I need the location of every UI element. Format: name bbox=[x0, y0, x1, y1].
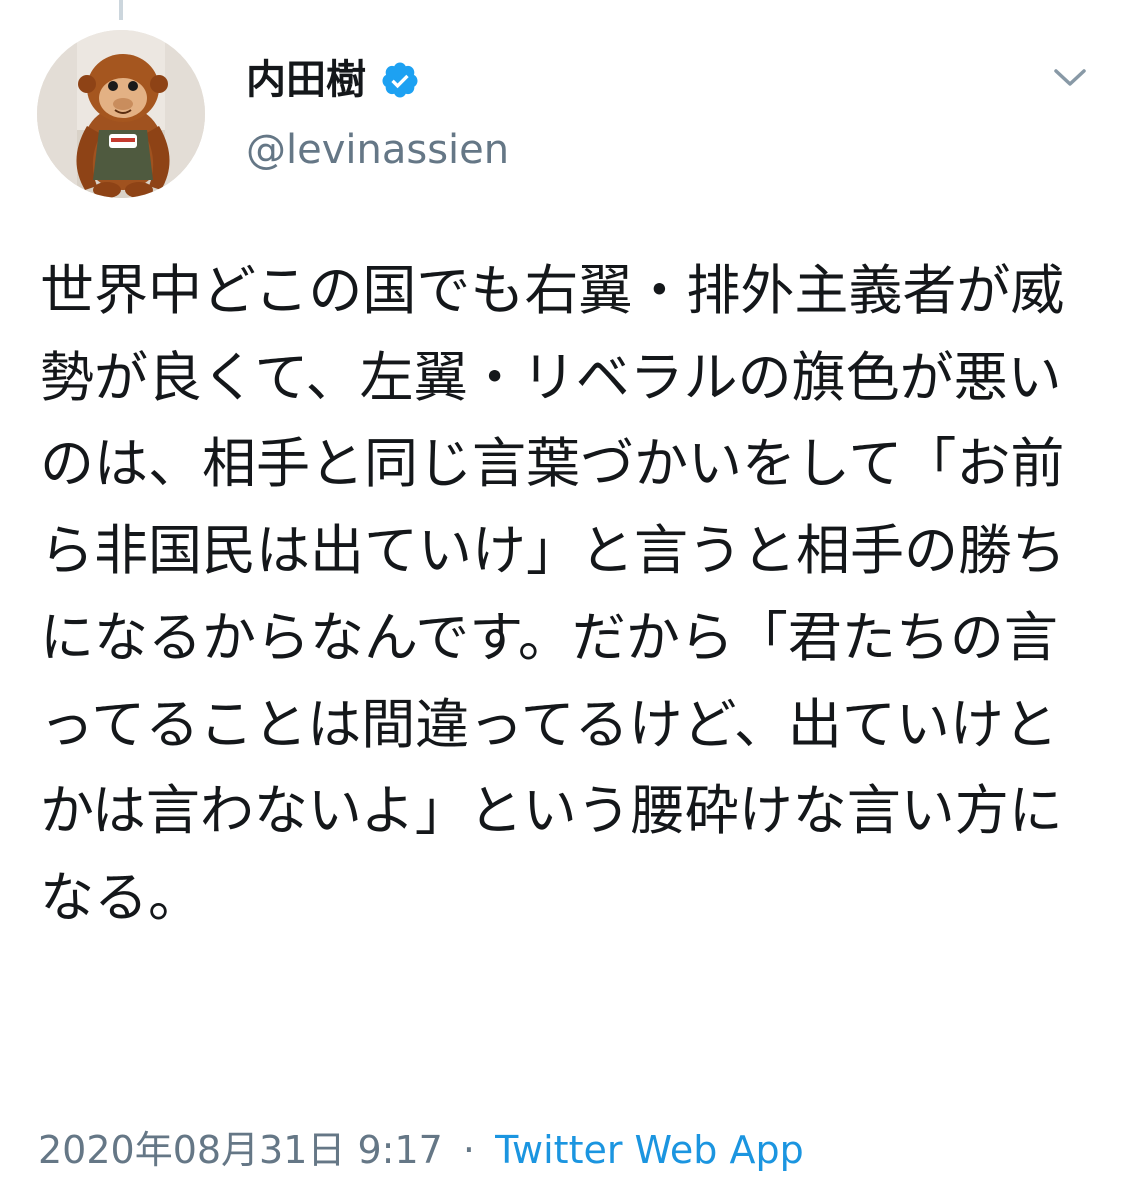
chevron-down-icon bbox=[1054, 69, 1086, 86]
author-name-row: 内田樹 bbox=[246, 52, 420, 108]
avatar[interactable] bbox=[37, 30, 205, 198]
thread-connector-line bbox=[119, 0, 123, 20]
tweet-text: 世界中どこの国でも右翼・排外主義者が威勢が良くて、左翼・リベラルの旗色が悪いのは… bbox=[40, 259, 1066, 929]
meta-separator: · bbox=[462, 1128, 476, 1172]
verified-badge-icon bbox=[380, 60, 420, 100]
tweet-timestamp[interactable]: 2020年08月31日 9:17 bbox=[38, 1128, 443, 1172]
author-handle[interactable]: @levinassien bbox=[246, 130, 509, 170]
tweet-menu-button[interactable] bbox=[1048, 56, 1092, 100]
tweet-source-link[interactable]: Twitter Web App bbox=[495, 1128, 804, 1172]
orangutan-plush-avatar-icon bbox=[37, 30, 205, 198]
tweet-meta-row: 2020年08月31日 9:17 · Twitter Web App bbox=[38, 1122, 804, 1178]
author-display-name[interactable]: 内田樹 bbox=[246, 60, 366, 100]
